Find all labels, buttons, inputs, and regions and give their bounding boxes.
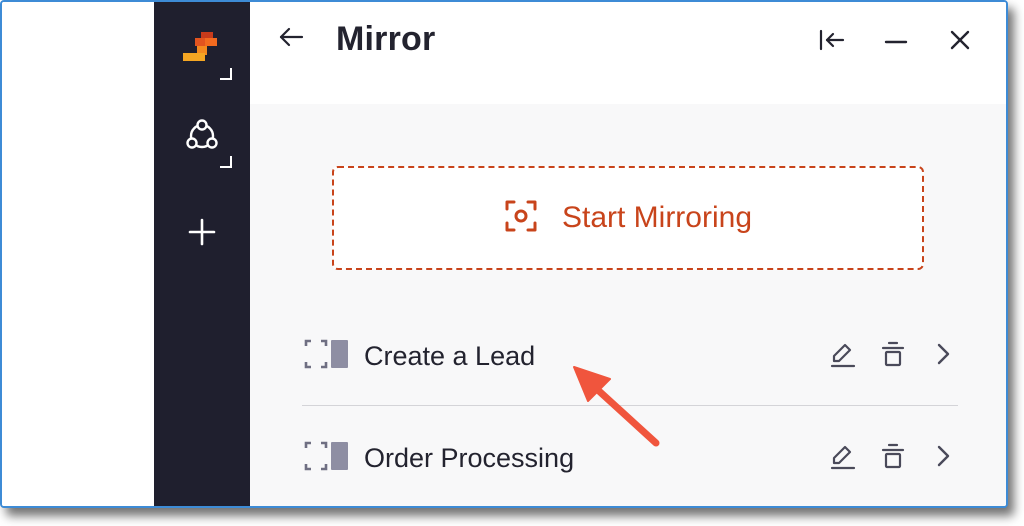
plus-icon: [187, 217, 217, 252]
start-mirroring-label: Start Mirroring: [561, 201, 753, 234]
mirror-name: Order Processing: [364, 442, 575, 473]
delete-button[interactable]: [878, 341, 908, 371]
page-title: Mirror: [336, 20, 436, 58]
back-button[interactable]: [276, 24, 306, 54]
mirror-name: Create a Lead: [364, 340, 536, 371]
chevron-right-icon: [933, 443, 953, 474]
capture-icon: [504, 199, 538, 238]
app-window: Mirror Start Mirroring Create a Lead Ord…: [0, 0, 1008, 508]
open-button[interactable]: [928, 443, 958, 473]
sidebar: [154, 2, 250, 506]
close-button[interactable]: [944, 26, 976, 58]
brand-logo-icon: [181, 31, 223, 69]
close-icon: [948, 28, 972, 57]
chevron-right-icon: [933, 341, 953, 372]
arrow-left-icon: [278, 27, 304, 52]
share-nodes-icon: [182, 116, 222, 161]
edit-button[interactable]: [828, 443, 858, 473]
mirror-panel: Mirror Start Mirroring Create a Lead Ord…: [250, 2, 1006, 506]
sidebar-item-add[interactable]: [166, 198, 238, 270]
bracket-app-icon: [304, 441, 350, 476]
edit-icon: [829, 442, 857, 475]
open-button[interactable]: [928, 341, 958, 371]
trash-icon: [880, 340, 906, 373]
list-item[interactable]: Order Processing: [304, 430, 958, 486]
collapse-left-icon: [818, 28, 846, 57]
minimize-icon: [883, 28, 909, 57]
edit-icon: [829, 340, 857, 373]
sidebar-item-home[interactable]: [166, 14, 238, 86]
panel-header: Mirror: [250, 2, 1006, 104]
blank-area: [2, 2, 154, 506]
list-divider: [302, 405, 958, 406]
bracket-app-icon: [304, 339, 350, 374]
edit-button[interactable]: [828, 341, 858, 371]
corner-marker: [220, 156, 232, 168]
trash-icon: [880, 442, 906, 475]
minimize-button[interactable]: [880, 26, 912, 58]
list-item[interactable]: Create a Lead: [304, 328, 958, 384]
sidebar-item-network[interactable]: [166, 102, 238, 174]
delete-button[interactable]: [878, 443, 908, 473]
collapse-button[interactable]: [816, 26, 848, 58]
start-mirroring-button[interactable]: Start Mirroring: [332, 166, 924, 270]
active-corner-marker: [220, 68, 232, 80]
